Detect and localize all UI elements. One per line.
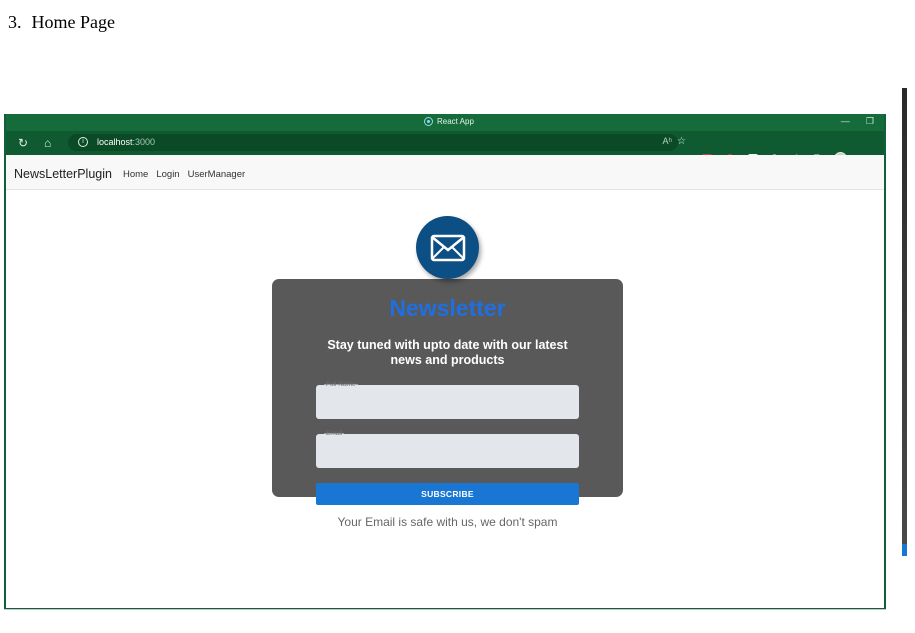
app-navbar: NewsLetterPlugin Home Login UserManager	[6, 155, 884, 190]
subscribe-button[interactable]: SUBSCRIBE	[316, 483, 579, 505]
nav-link-home[interactable]: Home	[123, 169, 148, 180]
read-aloud-icon[interactable]: Aʰ	[663, 136, 672, 146]
email-label: Email	[324, 430, 345, 437]
document-heading: 3. Home Page	[8, 12, 115, 33]
full-name-label: Full Name	[324, 381, 358, 388]
url-host: localhost	[97, 137, 133, 147]
browser-titlebar: React App — ❐	[6, 114, 884, 131]
privacy-note: Your Email is safe with us, we don't spa…	[337, 515, 558, 529]
refresh-icon[interactable]: ↻	[18, 135, 28, 151]
adjacent-window-edge	[902, 88, 907, 556]
site-info-icon[interactable]: i	[78, 137, 88, 147]
section-title: Home Page	[31, 12, 115, 32]
nav-link-login[interactable]: Login	[156, 169, 179, 180]
section-number: 3.	[8, 12, 22, 32]
url-port: :3000	[132, 137, 156, 147]
address-bar[interactable]: i localhost:3000 Aʰ ☆	[68, 134, 686, 151]
full-name-field[interactable]: Full Name	[316, 381, 579, 419]
email-input[interactable]	[316, 434, 579, 468]
minimize-icon[interactable]: —	[841, 116, 850, 127]
navbar-links: Home Login UserManager	[123, 169, 245, 180]
email-field[interactable]: Email	[316, 430, 579, 468]
home-icon[interactable]: ⌂	[44, 135, 51, 151]
browser-tab[interactable]: React App	[424, 117, 474, 126]
browser-toolbar: ↻ ⌂ i localhost:3000 Aʰ ☆ N ⟳ ✩ ⧉	[6, 131, 884, 165]
react-logo-icon	[424, 117, 433, 126]
newsletter-title: Newsletter	[389, 295, 506, 321]
full-name-input[interactable]	[316, 385, 579, 419]
window-controls: — ❐	[841, 116, 874, 127]
newsletter-card: Newsletter Stay tuned with upto date wit…	[272, 279, 623, 497]
nav-link-usermanager[interactable]: UserManager	[188, 169, 246, 180]
tab-title: React App	[437, 117, 474, 126]
page-divider	[4, 609, 886, 610]
envelope-icon	[430, 234, 465, 261]
newsletter-badge	[416, 216, 479, 279]
add-favorite-icon[interactable]: ☆	[677, 136, 686, 147]
browser-window: React App — ❐ ↻ ⌂ i localhost:3000 Aʰ ☆ …	[4, 114, 886, 610]
newsletter-subtitle: Stay tuned with upto date with our lates…	[327, 338, 568, 367]
navbar-brand[interactable]: NewsLetterPlugin	[14, 167, 112, 181]
restore-icon[interactable]: ❐	[866, 116, 874, 127]
url-text[interactable]: localhost:3000	[97, 137, 155, 147]
